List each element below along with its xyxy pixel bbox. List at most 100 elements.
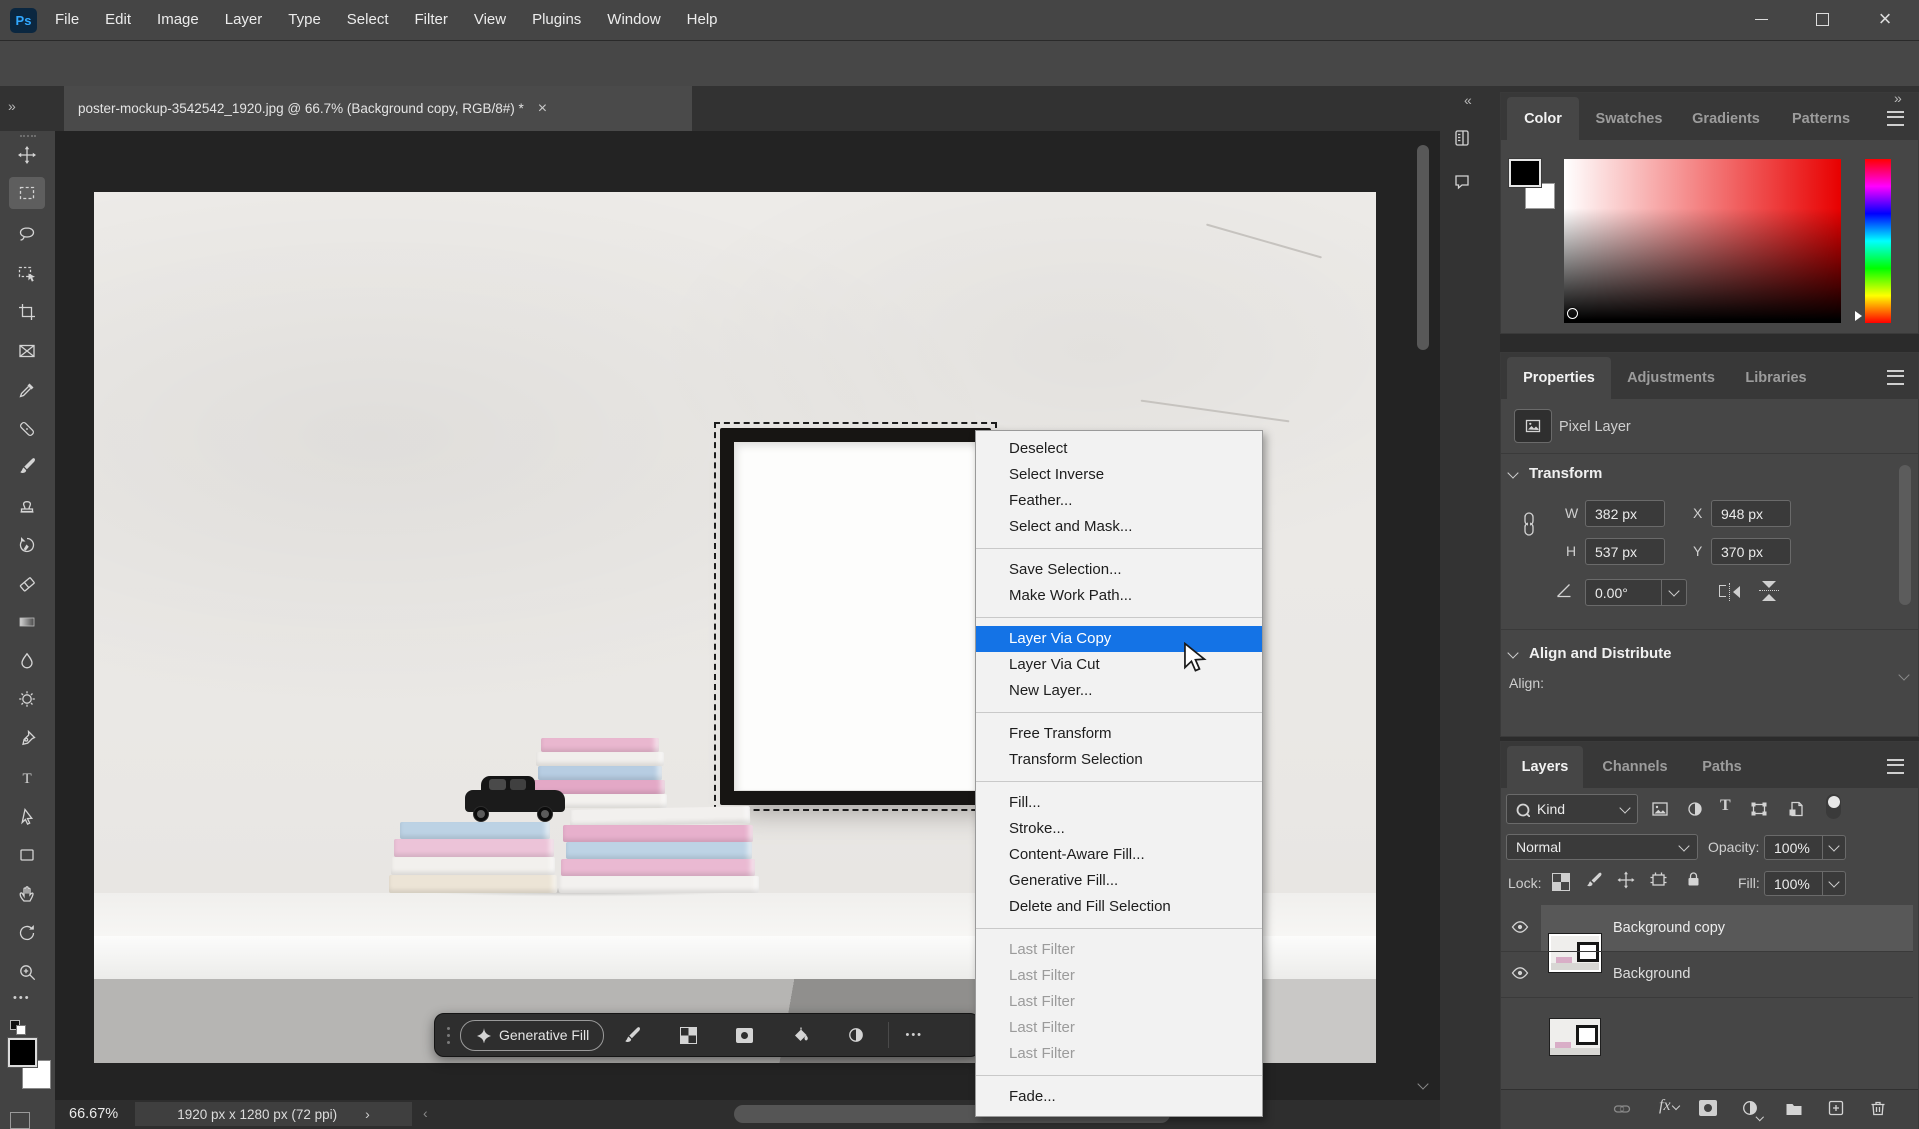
context-menu-item-layer-via-copy[interactable]: Layer Via Copy bbox=[976, 626, 1262, 652]
context-menu-item-fade[interactable]: Fade... bbox=[976, 1084, 1262, 1110]
tab-color[interactable]: Color bbox=[1507, 97, 1579, 140]
tool-gradient[interactable] bbox=[9, 606, 45, 638]
vertical-scrollbar[interactable] bbox=[1417, 145, 1429, 350]
tool-zoom[interactable] bbox=[9, 956, 45, 988]
tool-pen[interactable] bbox=[9, 723, 45, 755]
context-menu-item-make-work-path[interactable]: Make Work Path... bbox=[976, 583, 1262, 609]
align-collapse-chevron-icon[interactable] bbox=[1507, 647, 1518, 658]
menu-layer[interactable]: Layer bbox=[212, 0, 276, 40]
menu-plugins[interactable]: Plugins bbox=[519, 0, 594, 40]
filter-type-layers-button[interactable]: T bbox=[1720, 797, 1731, 815]
width-field[interactable]: 382 px bbox=[1585, 500, 1665, 527]
color-panel-menu-icon[interactable] bbox=[1887, 111, 1904, 126]
context-menu-item-fill[interactable]: Fill... bbox=[976, 790, 1262, 816]
context-menu-item-stroke[interactable]: Stroke... bbox=[976, 816, 1262, 842]
menu-help[interactable]: Help bbox=[674, 0, 731, 40]
tab-channels[interactable]: Channels bbox=[1587, 746, 1683, 788]
tool-rotate-view[interactable] bbox=[9, 917, 45, 949]
opacity-control[interactable]: 100% bbox=[1764, 835, 1846, 860]
tool-lasso[interactable] bbox=[9, 218, 45, 250]
context-menu-item-save-selection[interactable]: Save Selection... bbox=[976, 557, 1262, 583]
tool-move[interactable] bbox=[9, 139, 45, 171]
foreground-color-swatch[interactable] bbox=[8, 1038, 37, 1067]
flip-vertical-icon[interactable] bbox=[1759, 581, 1781, 603]
taskbar-pattern-button[interactable] bbox=[671, 1020, 705, 1050]
context-menu-item-feather[interactable]: Feather... bbox=[976, 488, 1262, 514]
layer-filter-dropdown[interactable]: Kind bbox=[1506, 794, 1638, 824]
lock-artboard-icon[interactable] bbox=[1649, 871, 1669, 894]
tool-history-brush[interactable] bbox=[9, 529, 45, 561]
tool-frame[interactable] bbox=[9, 335, 45, 367]
tab-gradients[interactable]: Gradients bbox=[1679, 97, 1773, 140]
blend-mode-dropdown[interactable]: Normal bbox=[1506, 834, 1698, 860]
menu-image[interactable]: Image bbox=[144, 0, 212, 40]
tab-layers[interactable]: Layers bbox=[1507, 746, 1583, 788]
y-field[interactable]: 370 px bbox=[1711, 538, 1791, 565]
filter-smart-objects-button[interactable] bbox=[1787, 800, 1805, 823]
flip-horizontal-icon[interactable] bbox=[1719, 583, 1741, 601]
context-menu-item-new-layer[interactable]: New Layer... bbox=[976, 678, 1262, 704]
x-field[interactable]: 948 px bbox=[1711, 500, 1791, 527]
new-group-button[interactable] bbox=[1785, 1100, 1805, 1122]
lock-all-icon[interactable] bbox=[1685, 870, 1702, 893]
taskbar-mask-button[interactable] bbox=[727, 1020, 761, 1050]
properties-scrollbar[interactable] bbox=[1899, 465, 1911, 605]
lock-pixels-icon[interactable] bbox=[1585, 871, 1603, 894]
layers-panel-menu-icon[interactable] bbox=[1887, 759, 1904, 774]
properties-scroll-down-icon[interactable] bbox=[1898, 669, 1909, 680]
tool-eraser[interactable] bbox=[9, 568, 45, 600]
context-menu-item-select-inverse[interactable]: Select Inverse bbox=[976, 462, 1262, 488]
hue-slider[interactable] bbox=[1865, 159, 1891, 323]
generative-fill-button[interactable]: Generative Fill bbox=[460, 1020, 604, 1051]
menu-edit[interactable]: Edit bbox=[92, 0, 144, 40]
tool-rectangular-marquee[interactable] bbox=[9, 177, 45, 209]
menu-view[interactable]: View bbox=[461, 0, 519, 40]
add-layer-mask-button[interactable] bbox=[1699, 1100, 1717, 1116]
context-menu-item-content-aware-fill[interactable]: Content-Aware Fill... bbox=[976, 842, 1262, 868]
tool-brush[interactable] bbox=[9, 450, 45, 482]
color-field[interactable] bbox=[1564, 159, 1841, 323]
tab-properties[interactable]: Properties bbox=[1507, 357, 1611, 399]
tool-shape[interactable] bbox=[9, 839, 45, 871]
tool-clone-stamp[interactable] bbox=[9, 489, 45, 521]
layer-effects-button[interactable]: fx bbox=[1659, 1097, 1679, 1115]
lock-position-icon[interactable] bbox=[1617, 871, 1635, 894]
tool-dodge[interactable] bbox=[9, 683, 45, 715]
context-menu-item-delete-and-fill[interactable]: Delete and Fill Selection bbox=[976, 894, 1262, 920]
filter-adjustment-layers-button[interactable] bbox=[1686, 800, 1704, 823]
taskbar-brush-button[interactable] bbox=[615, 1020, 649, 1050]
edit-toolbar-icon[interactable]: ••• bbox=[13, 992, 31, 1004]
taskbar-more-button[interactable]: ••• bbox=[897, 1020, 931, 1050]
tab-paths[interactable]: Paths bbox=[1687, 746, 1757, 788]
maximize-button[interactable] bbox=[1793, 0, 1851, 38]
menu-type[interactable]: Type bbox=[275, 0, 334, 40]
layer-thumbnail[interactable] bbox=[1549, 934, 1601, 972]
delete-layer-button[interactable] bbox=[1869, 1099, 1887, 1123]
properties-panel-menu-icon[interactable] bbox=[1887, 370, 1904, 385]
filter-toggle[interactable] bbox=[1826, 794, 1841, 819]
tool-type[interactable]: T bbox=[9, 762, 45, 794]
foreground-color-swatch[interactable] bbox=[1509, 159, 1541, 187]
tab-patterns[interactable]: Patterns bbox=[1777, 97, 1865, 140]
tool-hand[interactable] bbox=[9, 878, 45, 910]
taskbar-fill-button[interactable] bbox=[783, 1020, 817, 1050]
context-menu-item-free-transform[interactable]: Free Transform bbox=[976, 721, 1262, 747]
filter-shape-layers-button[interactable] bbox=[1750, 800, 1769, 823]
height-field[interactable]: 537 px bbox=[1585, 538, 1665, 565]
taskbar-grip[interactable] bbox=[445, 1025, 452, 1046]
expand-panels-icon[interactable]: « bbox=[1464, 92, 1472, 108]
collapsed-panel-history[interactable] bbox=[1453, 128, 1479, 159]
link-layers-button[interactable] bbox=[1613, 1100, 1633, 1123]
tab-libraries[interactable]: Libraries bbox=[1731, 357, 1821, 399]
taskbar-invert-button[interactable] bbox=[839, 1020, 873, 1050]
fill-control[interactable]: 100% bbox=[1764, 871, 1846, 896]
context-menu-item-transform-selection[interactable]: Transform Selection bbox=[976, 747, 1262, 773]
document-tab[interactable]: poster-mockup-3542542_1920.jpg @ 66.7% (… bbox=[64, 86, 692, 131]
lock-transparency-icon[interactable] bbox=[1552, 873, 1570, 891]
tab-overflow-icon[interactable]: » bbox=[8, 98, 16, 114]
filter-pixel-layers-button[interactable] bbox=[1651, 800, 1671, 823]
context-menu-item-deselect[interactable]: Deselect bbox=[976, 436, 1262, 462]
tab-swatches[interactable]: Swatches bbox=[1583, 97, 1675, 140]
tool-object-selection[interactable] bbox=[9, 257, 45, 289]
menu-filter[interactable]: Filter bbox=[402, 0, 461, 40]
